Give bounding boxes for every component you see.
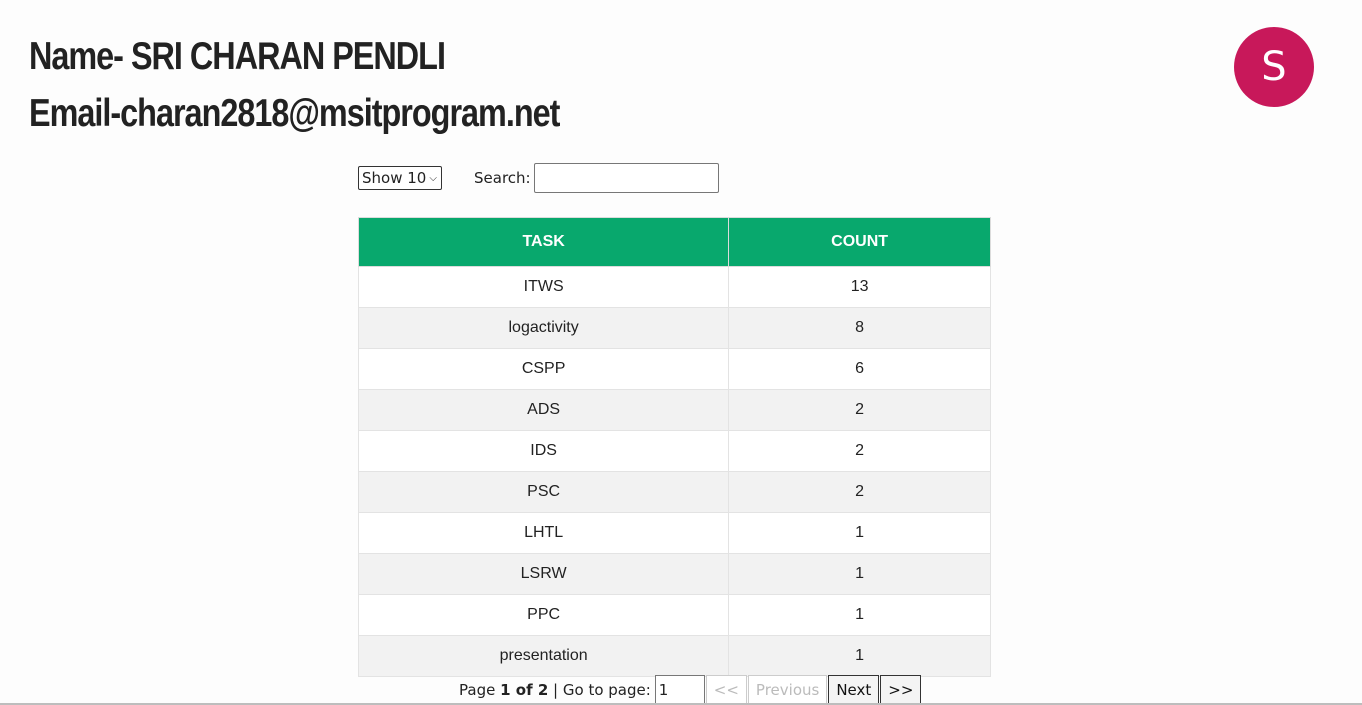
profile-header: Name- SRI CHARAN PENDLI Email-charan2818…: [29, 28, 668, 142]
search-label: Search:: [474, 169, 531, 187]
table-row: logactivity 8: [357, 307, 991, 349]
column-header-count[interactable]: COUNT: [728, 217, 991, 267]
table-row: PSC 2: [357, 471, 991, 513]
count-cell: 1: [728, 553, 991, 595]
task-cell: IDS: [357, 430, 730, 472]
next-page-button[interactable]: Next: [828, 675, 880, 705]
page-info: 1 of 2: [500, 681, 549, 699]
task-cell: logactivity: [357, 307, 730, 349]
task-cell: CSPP: [357, 348, 730, 390]
search-input[interactable]: [533, 163, 719, 193]
page-word: Page: [459, 681, 496, 699]
count-cell: 2: [728, 471, 991, 513]
page-size-value: Show 10: [362, 169, 427, 187]
count-cell: 6: [728, 348, 991, 390]
table-header-row: TASK COUNT: [357, 217, 991, 267]
page-size-select[interactable]: Show 10 ⌵: [358, 166, 442, 190]
goto-page-value: 1: [658, 681, 669, 699]
count-cell: 2: [728, 389, 991, 431]
email-heading: Email-charan2818@msitprogram.net: [29, 92, 560, 135]
count-cell: 1: [728, 594, 991, 636]
task-cell: ITWS: [357, 266, 730, 308]
task-cell: PSC: [357, 471, 730, 513]
table-row: ADS 2: [357, 389, 991, 431]
avatar-initial: S: [1261, 44, 1287, 90]
pagination: Page 1 of 2 | Go to page: 1 << Previous …: [459, 675, 922, 705]
task-cell: presentation: [357, 635, 730, 677]
last-page-button[interactable]: >>: [880, 675, 922, 705]
previous-page-button[interactable]: Previous: [747, 675, 828, 705]
page: Name- SRI CHARAN PENDLI Email-charan2818…: [0, 0, 1362, 705]
task-cell: LSRW: [357, 553, 730, 595]
table-row: LHTL 1: [357, 512, 991, 554]
avatar[interactable]: S: [1234, 27, 1314, 107]
task-cell: ADS: [357, 389, 730, 431]
chevron-down-icon: ⌵: [429, 172, 437, 184]
table-row: CSPP 6: [357, 348, 991, 390]
name-heading: Name- SRI CHARAN PENDLI: [29, 35, 446, 78]
task-cell: LHTL: [357, 512, 730, 554]
table-row: IDS 2: [357, 430, 991, 472]
table-controls: Show 10 ⌵ Search:: [358, 163, 719, 193]
goto-label: | Go to page:: [553, 681, 651, 699]
count-cell: 13: [728, 266, 991, 308]
count-cell: 1: [728, 635, 991, 677]
first-page-button[interactable]: <<: [705, 675, 747, 705]
table-row: ITWS 13: [357, 266, 991, 308]
task-cell: PPC: [357, 594, 730, 636]
table-row: presentation 1: [357, 635, 991, 677]
count-cell: 1: [728, 512, 991, 554]
table-body: ITWS 13 logactivity 8 CSPP 6 ADS 2 IDS 2…: [357, 266, 991, 677]
column-header-task[interactable]: TASK: [357, 217, 730, 267]
table-row: PPC 1: [357, 594, 991, 636]
count-cell: 2: [728, 430, 991, 472]
goto-page-input[interactable]: 1: [654, 675, 705, 705]
task-count-table: TASK COUNT ITWS 13 logactivity 8 CSPP 6 …: [357, 217, 991, 677]
count-cell: 8: [728, 307, 991, 349]
table-row: LSRW 1: [357, 553, 991, 595]
